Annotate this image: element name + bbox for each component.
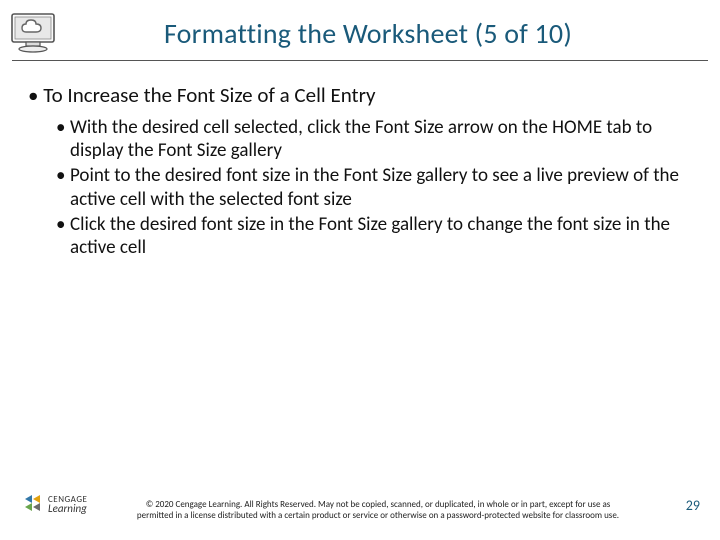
sub-bullet-text: With the desired cell selected, click th… xyxy=(70,116,692,162)
heading-bullet: • To Increase the Font Size of a Cell En… xyxy=(28,82,692,108)
monitor-cloud-icon xyxy=(10,12,56,54)
list-item: • Click the desired font size in the Fon… xyxy=(56,213,692,259)
logo-line2: Learning xyxy=(48,504,87,514)
bullet-dot: • xyxy=(56,164,70,210)
bullet-dot: • xyxy=(28,82,43,108)
sub-bullet-text: Point to the desired font size in the Fo… xyxy=(70,164,692,210)
slide-title: Formatting the Worksheet (5 of 10) xyxy=(56,16,720,51)
slide-body: • To Increase the Font Size of a Cell En… xyxy=(28,82,692,261)
heading-text: To Increase the Font Size of a Cell Entr… xyxy=(43,82,692,108)
slide: Formatting the Worksheet (5 of 10) • To … xyxy=(0,0,720,540)
footer: CENGAGE Learning © 2020 Cengage Learning… xyxy=(0,478,720,528)
cengage-logo: CENGAGE Learning xyxy=(22,488,110,522)
page-number: 29 xyxy=(686,497,700,514)
list-item: • With the desired cell selected, click … xyxy=(56,116,692,162)
sub-bullet-list: • With the desired cell selected, click … xyxy=(56,116,692,259)
sub-bullet-text: Click the desired font size in the Font … xyxy=(70,213,692,259)
cengage-logo-text: CENGAGE Learning xyxy=(48,496,87,514)
cengage-mark-icon xyxy=(22,493,44,517)
bullet-dot: • xyxy=(56,116,70,162)
copyright-text: © 2020 Cengage Learning. All Rights Rese… xyxy=(128,500,628,522)
title-underline xyxy=(12,60,708,61)
title-row: Formatting the Worksheet (5 of 10) xyxy=(0,10,720,56)
bullet-dot: • xyxy=(56,213,70,259)
list-item: • Point to the desired font size in the … xyxy=(56,164,692,210)
